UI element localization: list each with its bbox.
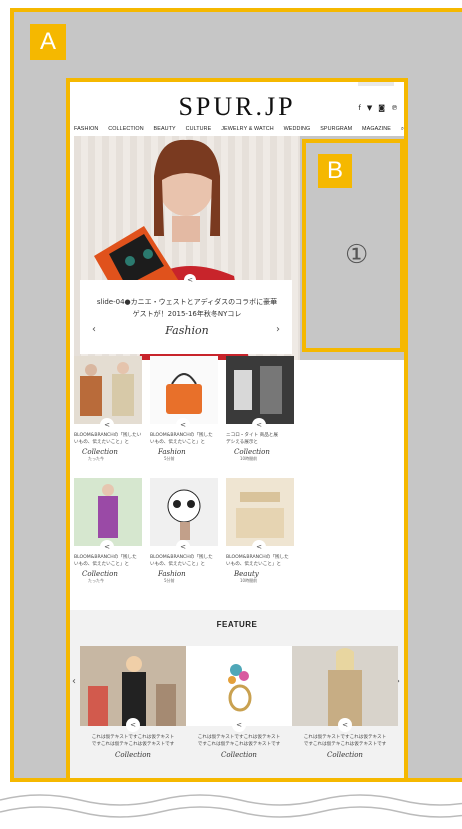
slot-number: ①	[345, 240, 369, 270]
area-b-label: B	[318, 154, 352, 188]
area-a-label: A	[30, 24, 66, 60]
wireframe-stage: SPUR.JP f ▼ ◙ ℗ FASHION COLLECTION BEAUT…	[0, 0, 462, 829]
torn-edge-wave	[0, 794, 462, 818]
